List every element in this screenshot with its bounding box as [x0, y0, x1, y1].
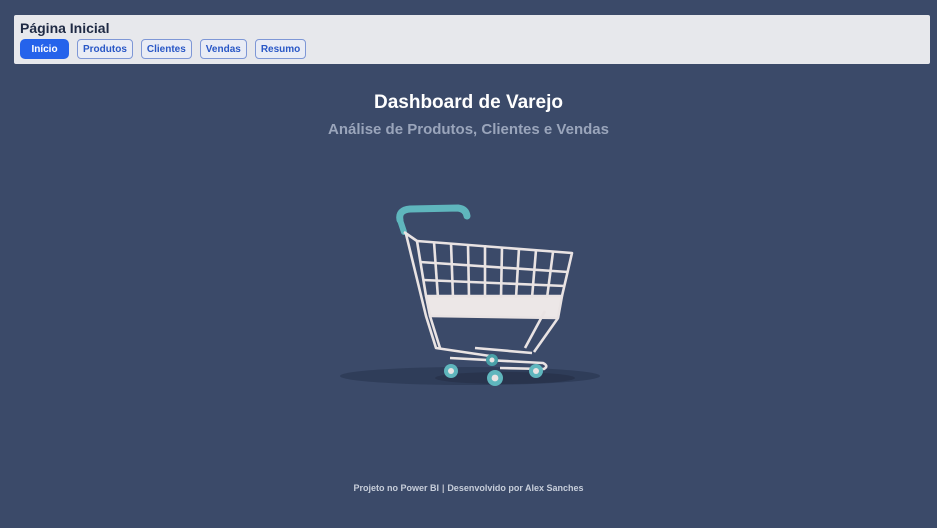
footer-separator: | — [441, 483, 445, 493]
footer-project-text: Projeto no Power BI — [353, 483, 439, 493]
nav-buttons: Início Produtos Clientes Vendas Resumo — [20, 39, 307, 59]
footer-author-text: Desenvolvido por Alex Sanches — [447, 483, 584, 493]
page-title: Página Inicial — [20, 20, 110, 36]
shopping-cart-icon — [340, 204, 600, 386]
top-navigation-bar: Página Inicial Início Produtos Clientes … — [14, 15, 930, 64]
nav-button-resumo[interactable]: Resumo — [254, 39, 307, 59]
dashboard-title: Dashboard de Varejo — [373, 92, 563, 113]
nav-button-vendas[interactable]: Vendas — [199, 39, 247, 59]
report-canvas: Página Inicial Início Produtos Clientes … — [0, 0, 937, 528]
nav-button-produtos[interactable]: Produtos — [77, 39, 133, 59]
footer-credits: Projeto no Power BI | Desenvolvido por Ale… — [0, 483, 937, 493]
nav-button-clientes[interactable]: Clientes — [140, 39, 192, 59]
nav-button-inicio[interactable]: Início — [20, 39, 69, 59]
dashboard-subtitle: Análise de Produtos, Clientes e Vendas — [328, 121, 609, 138]
